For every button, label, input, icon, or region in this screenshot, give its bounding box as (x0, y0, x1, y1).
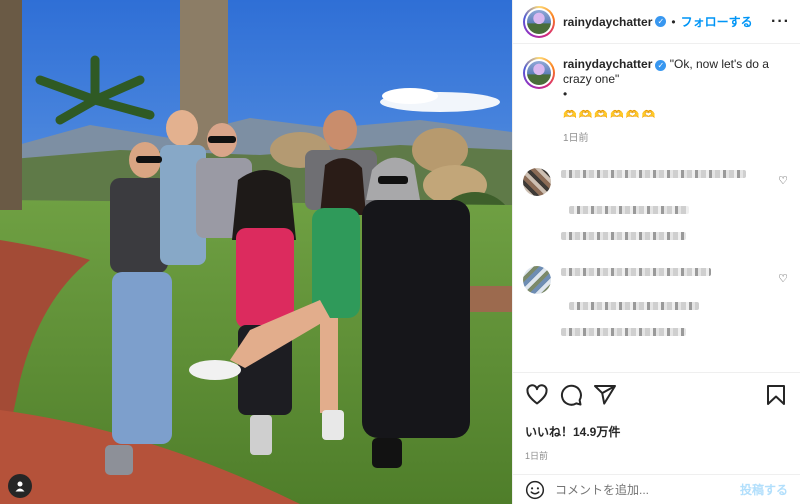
comment-text-blurred (561, 170, 746, 178)
comment-text-blurred (561, 268, 711, 276)
comment-text-blurred (569, 302, 699, 310)
person-icon (15, 481, 25, 492)
caption-bullet: • (563, 87, 568, 101)
comment-text-blurred (569, 206, 689, 214)
caption-time[interactable]: 1日前 (563, 131, 773, 146)
author-avatar[interactable] (523, 5, 555, 38)
post-actions: いいね！14.9万件 1日前 (513, 372, 800, 462)
caption: rainydaychatter ✓ "Ok, now let's do a cra… (523, 57, 790, 146)
emoji-icon[interactable] (525, 480, 545, 500)
user-tag-button[interactable] (8, 474, 32, 498)
post-comment-button[interactable]: 投稿する (740, 481, 788, 498)
comment-avatar[interactable] (523, 266, 551, 294)
comment-like-icon[interactable]: ♡ (778, 272, 788, 285)
more-horizontal-icon[interactable]: ··· (771, 13, 790, 31)
caption-avatar[interactable] (523, 57, 555, 89)
caption-username[interactable]: rainydaychatter (563, 57, 652, 71)
comment-icon[interactable] (559, 383, 583, 407)
comments-list[interactable]: rainydaychatter ✓ "Ok, now let's do a cra… (513, 45, 800, 371)
bookmark-icon[interactable] (764, 383, 788, 407)
post-photo[interactable] (0, 0, 512, 504)
verified-badge-icon: ✓ (655, 16, 667, 27)
comment-item: ♡ (523, 266, 790, 336)
comment-avatar[interactable] (523, 168, 551, 196)
post-header: rainydaychatter ✓ • フォローする ··· (513, 0, 800, 44)
comment-like-icon[interactable]: ♡ (778, 174, 788, 187)
heart-icon[interactable] (525, 383, 549, 407)
verified-badge-icon: ✓ (655, 60, 667, 71)
comment-input[interactable] (555, 482, 740, 497)
post-side-panel: rainydaychatter ✓ • フォローする ··· rainydayc… (512, 0, 800, 504)
follow-button[interactable]: フォローする (681, 13, 753, 30)
comment-text-blurred (561, 328, 686, 336)
comment-item: ♡ (523, 168, 790, 240)
group-photo-image (0, 0, 512, 504)
header-separator: • (671, 14, 676, 29)
share-icon[interactable] (593, 383, 617, 407)
comment-composer: 投稿する (513, 474, 800, 504)
likes-count[interactable]: いいね！14.9万件 (525, 423, 788, 440)
caption-emoji: 🫶🫶🫶🫶🫶🫶 (563, 109, 658, 121)
author-username[interactable]: rainydaychatter (563, 15, 652, 29)
comment-text-blurred (561, 232, 686, 240)
post-date[interactable]: 1日前 (525, 449, 788, 462)
